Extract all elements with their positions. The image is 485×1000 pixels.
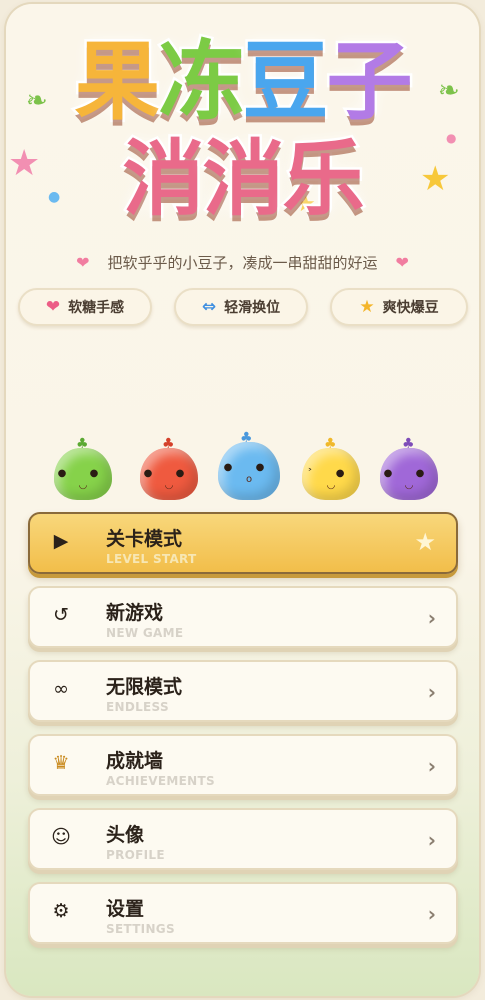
bow-icon: ♣ (162, 436, 175, 452)
chevron-right-icon: › (427, 902, 436, 926)
title-char: 消 (120, 130, 207, 230)
menu-title: 关卡模式 (106, 528, 183, 550)
leaf-icon: ♣ (402, 436, 415, 452)
star-icon: ★ (359, 297, 375, 317)
heart-icon: ❤ (76, 253, 90, 272)
endless-mode-button[interactable]: ∞ 无限模式 ENDLESS › (28, 660, 458, 722)
bean-mascots: ♣ ● ● ◡ ♣ ● ● ◡ ♣ ● ● o ♣ ˃ ● ◡ ♣ ● ● ◡ (50, 430, 450, 508)
chip-label: 轻滑换位 (224, 300, 281, 316)
star-icon: ★ (414, 528, 436, 556)
level-start-button[interactable]: ▶ 关卡模式 LEVEL START ★ (28, 512, 458, 574)
game-home-screen: ★ ★ ❧ ❧ ★ ● ● 果冻豆子 消消乐 ❤ 把软乎乎的小豆子，凑成一串甜甜的… (6, 4, 479, 996)
leaf-icon: ♣ (76, 436, 89, 452)
purple-bean-mascot: ♣ ● ● ◡ (380, 436, 438, 500)
refresh-icon: ↺ (53, 604, 69, 626)
chip-label: 爽快爆豆 (382, 300, 439, 316)
menu-subtitle: SETTINGS (106, 922, 175, 936)
title-char: 子 (324, 30, 415, 135)
play-icon: ▶ (53, 530, 69, 552)
title-char: 冻 (156, 30, 247, 135)
game-title-logo: ★ ★ ❧ ❧ ★ ● ● 果冻豆子 消消乐 (6, 26, 479, 256)
menu-subtitle: ACHIEVEMENTS (106, 774, 215, 788)
new-game-button[interactable]: ↺ 新游戏 NEW GAME › (28, 586, 458, 648)
title-char: 豆 (240, 30, 331, 135)
title-char: 消 (200, 130, 287, 230)
red-bean-mascot: ♣ ● ● ◡ (140, 436, 198, 500)
gear-icon: ⚙ (52, 900, 70, 922)
tagline: ❤ 把软乎乎的小豆子，凑成一串甜甜的好运 ❤ (6, 252, 479, 273)
menu-subtitle: PROFILE (106, 848, 165, 862)
feature-chip-pop: ★ 爽快爆豆 (330, 288, 468, 326)
title-char: 乐 (280, 130, 367, 230)
menu-subtitle: LEVEL START (106, 552, 197, 566)
chevron-right-icon: › (427, 828, 436, 852)
menu-title: 成就墙 (106, 750, 164, 772)
chevron-right-icon: › (427, 680, 436, 704)
infinity-icon: ∞ (53, 678, 69, 700)
menu-subtitle: NEW GAME (106, 626, 184, 640)
menu-subtitle: ENDLESS (106, 700, 169, 714)
heart-icon: ❤ (395, 253, 409, 272)
smiley-icon: ☺ (51, 826, 71, 848)
chip-label: 软糖手感 (68, 300, 125, 316)
blue-bean-mascot: ♣ ● ● o (218, 430, 280, 500)
title-line-1: 果冻豆子 (6, 30, 479, 135)
profile-button[interactable]: ☺ 头像 PROFILE › (28, 808, 458, 870)
green-bean-mascot: ♣ ● ● ◡ (54, 436, 112, 500)
leaf-icon: ♣ (324, 436, 337, 452)
title-line-2: 消消乐 (6, 130, 479, 230)
feature-chip-soft-candy: ❤ 软糖手感 (18, 288, 152, 326)
yellow-bean-mascot: ♣ ˃ ● ◡ (302, 436, 360, 500)
feature-chip-swap: ⇔ 轻滑换位 (174, 288, 308, 326)
bow-icon: ♣ (240, 430, 253, 446)
main-menu: ▶ 关卡模式 LEVEL START ★ ↺ 新游戏 NEW GAME › ∞ … (28, 512, 458, 956)
tagline-text: 把软乎乎的小豆子，凑成一串甜甜的好运 (107, 254, 378, 272)
menu-title: 设置 (106, 898, 145, 920)
menu-title: 无限模式 (106, 676, 183, 698)
menu-title: 头像 (106, 824, 145, 846)
achievements-button[interactable]: ♛ 成就墙 ACHIEVEMENTS › (28, 734, 458, 796)
swap-arrows-icon: ⇔ (201, 297, 217, 317)
title-char: 果 (72, 30, 163, 135)
chevron-right-icon: › (427, 754, 436, 778)
menu-title: 新游戏 (106, 602, 164, 624)
feature-chips: ❤ 软糖手感 ⇔ 轻滑换位 ★ 爽快爆豆 (18, 288, 468, 326)
trophy-icon: ♛ (52, 752, 70, 774)
heart-icon: ❤ (45, 297, 61, 317)
settings-button[interactable]: ⚙ 设置 SETTINGS › (28, 882, 458, 944)
chevron-right-icon: › (427, 606, 436, 630)
